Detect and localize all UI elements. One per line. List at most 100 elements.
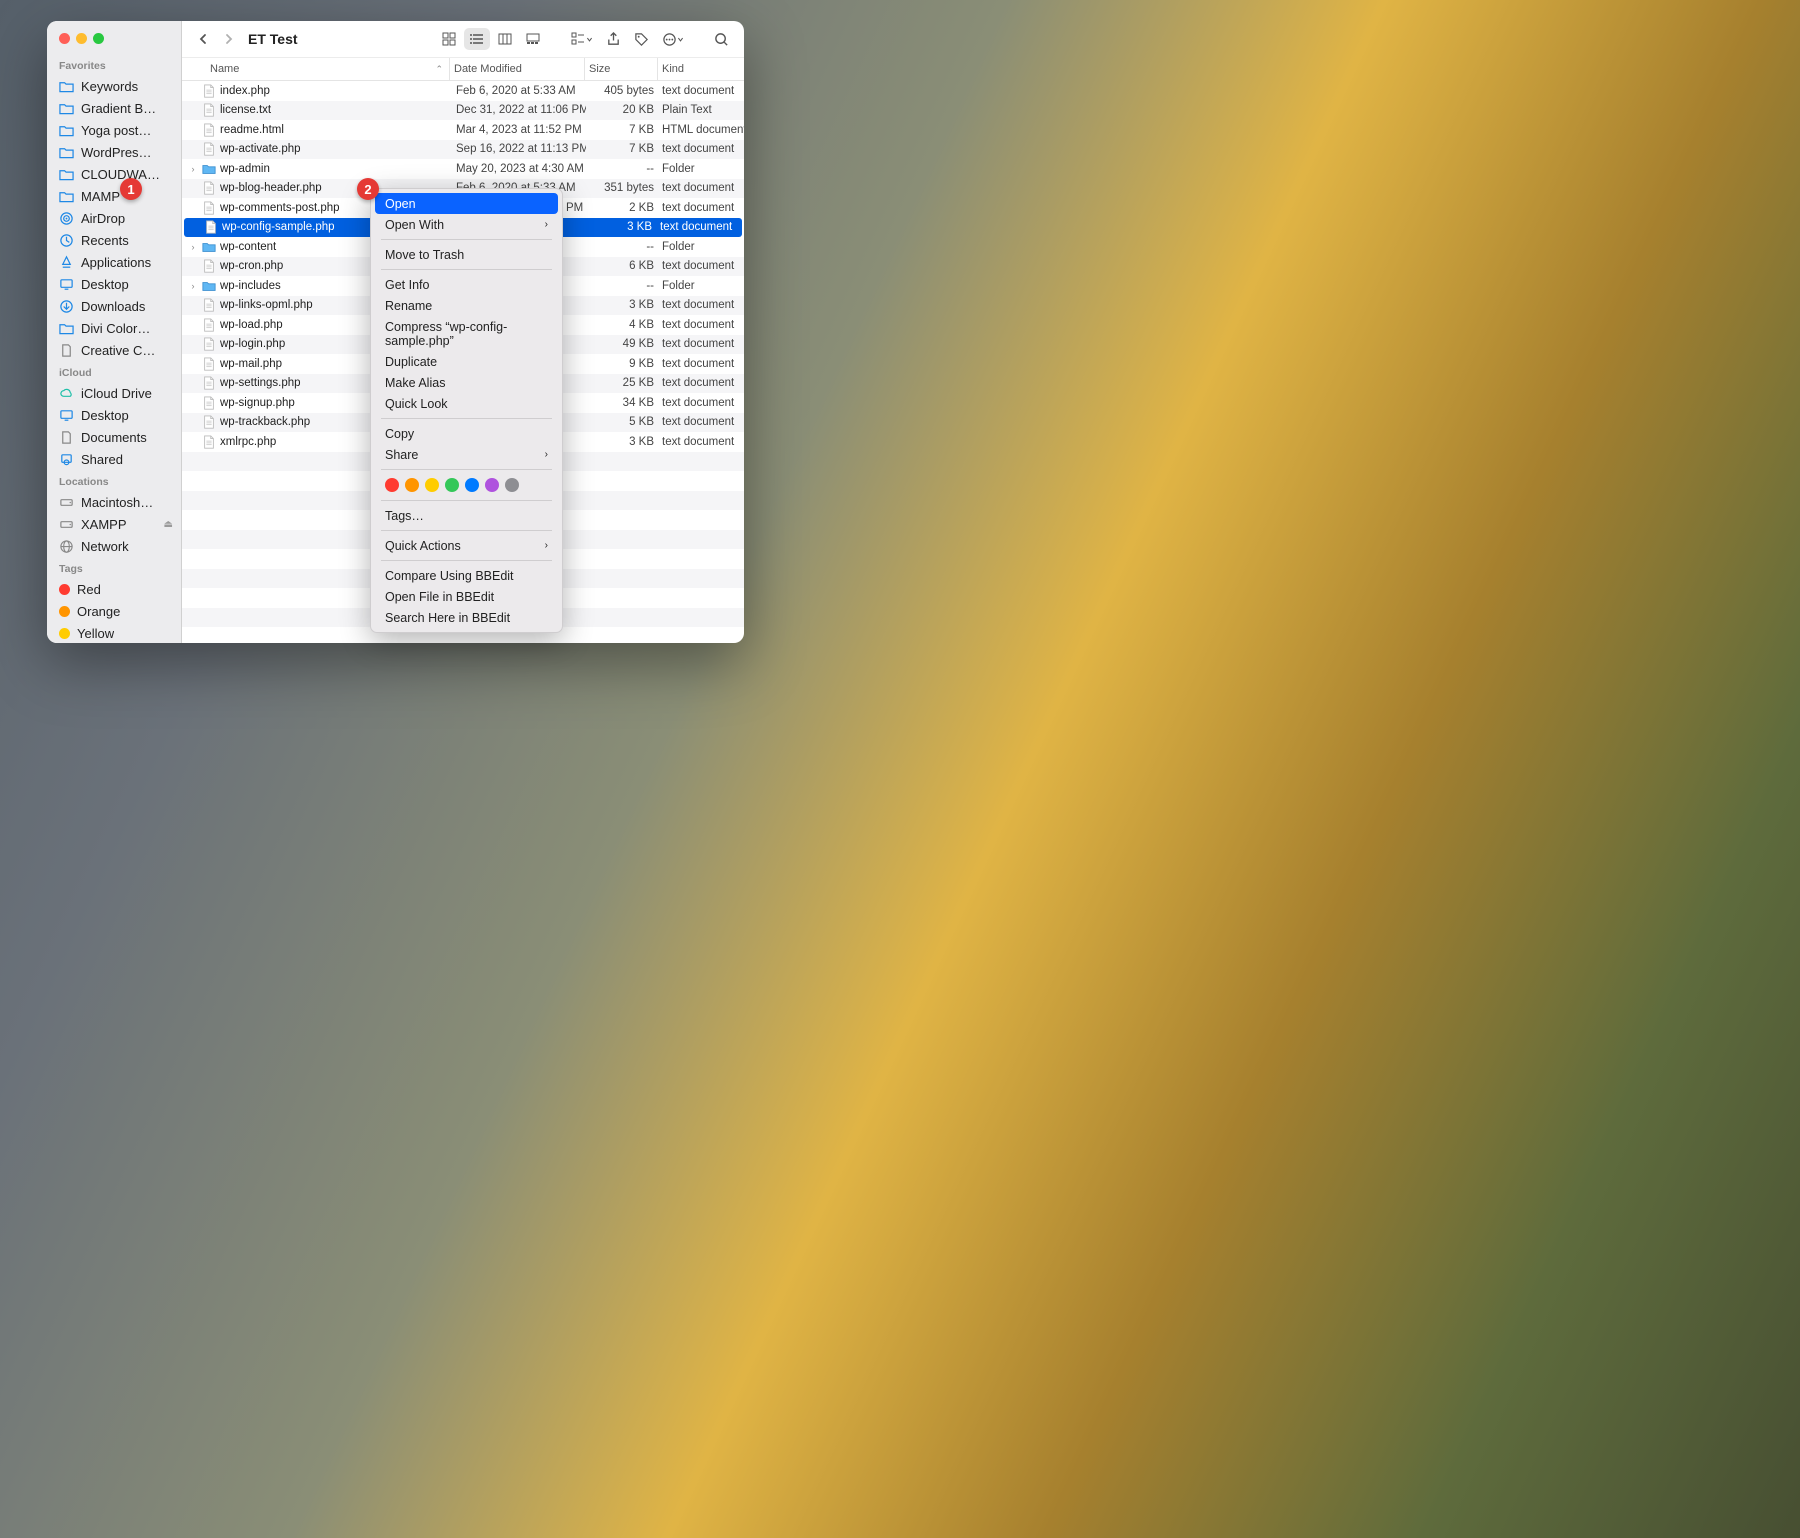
file-row[interactable]: ›wp-adminMay 20, 2023 at 4:30 AM--Folder <box>182 159 744 179</box>
sidebar-item-label: Yellow <box>77 626 114 641</box>
sidebar-item[interactable]: Desktop <box>47 404 181 426</box>
sidebar-item[interactable]: Orange <box>47 600 181 622</box>
sidebar-item[interactable]: Downloads <box>47 295 181 317</box>
tag-color-button[interactable] <box>405 478 419 492</box>
sidebar-item[interactable]: Recents <box>47 229 181 251</box>
sidebar-section-title: iCloud <box>47 361 181 382</box>
sidebar-item-label: Yoga post… <box>81 123 151 138</box>
sidebar-item[interactable]: Network <box>47 535 181 557</box>
apps-icon <box>59 255 74 270</box>
share-button[interactable] <box>600 28 626 50</box>
minimize-button[interactable] <box>76 33 87 44</box>
close-button[interactable] <box>59 33 70 44</box>
menu-item[interactable]: Compress “wp-config-sample.php” <box>371 316 562 351</box>
file-kind: text document <box>662 319 744 331</box>
sidebar-item[interactable]: AirDrop <box>47 207 181 229</box>
file-row[interactable]: license.txtDec 31, 2022 at 11:06 PM20 KB… <box>182 101 744 121</box>
sidebar-item[interactable]: XAMPP⏏ <box>47 513 181 535</box>
tag-color-button[interactable] <box>485 478 499 492</box>
menu-item[interactable]: Open With› <box>371 214 562 235</box>
file-icon <box>202 318 216 332</box>
folder-icon <box>59 101 74 116</box>
file-kind: text document <box>662 182 744 194</box>
file-size: 3 KB <box>584 221 660 233</box>
window-title: ET Test <box>248 31 298 47</box>
menu-item[interactable]: Share› <box>371 444 562 465</box>
sidebar-item[interactable]: iCloud Drive <box>47 382 181 404</box>
tag-color-button[interactable] <box>385 478 399 492</box>
menu-item[interactable]: Rename <box>371 295 562 316</box>
menu-item[interactable]: Search Here in BBEdit <box>371 607 562 628</box>
sidebar-item[interactable]: Yellow <box>47 622 181 643</box>
context-menu: Open Open With› Move to Trash Get InfoRenam… <box>370 188 563 633</box>
sidebar-item[interactable]: Shared <box>47 448 181 470</box>
forward-button[interactable] <box>218 28 240 50</box>
sidebar-item[interactable]: WordPres… <box>47 141 181 163</box>
tag-color-button[interactable] <box>465 478 479 492</box>
tag-color-button[interactable] <box>425 478 439 492</box>
view-icons-button[interactable] <box>436 28 462 50</box>
tag-color-button[interactable] <box>445 478 459 492</box>
menu-item[interactable]: Open <box>375 193 558 214</box>
file-name: wp-signup.php <box>220 397 295 409</box>
sidebar-item[interactable]: Applications <box>47 251 181 273</box>
eject-icon[interactable]: ⏏ <box>164 519 173 530</box>
file-icon <box>202 142 216 156</box>
file-kind: text document <box>662 85 744 97</box>
file-name: wp-config-sample.php <box>222 221 335 233</box>
column-kind[interactable]: Kind <box>657 58 744 80</box>
menu-item[interactable]: Quick Look <box>371 393 562 414</box>
tags-button[interactable] <box>628 28 654 50</box>
menu-item[interactable]: Open File in BBEdit <box>371 586 562 607</box>
file-icon <box>202 396 216 410</box>
sidebar-item[interactable]: MAMP <box>47 185 181 207</box>
disclosure-icon[interactable]: › <box>188 164 198 174</box>
file-icon <box>202 84 216 98</box>
sidebar-item-label: Downloads <box>81 299 145 314</box>
sidebar-item[interactable]: CLOUDWA… <box>47 163 181 185</box>
view-columns-button[interactable] <box>492 28 518 50</box>
menu-item[interactable]: Quick Actions› <box>371 535 562 556</box>
disclosure-icon[interactable]: › <box>188 242 198 252</box>
file-row[interactable]: index.phpFeb 6, 2020 at 5:33 AM405 bytes… <box>182 81 744 101</box>
sidebar-item[interactable]: Creative C… <box>47 339 181 361</box>
toolbar: ET Test <box>182 21 744 58</box>
tag-color-button[interactable] <box>505 478 519 492</box>
menu-item[interactable]: Make Alias <box>371 372 562 393</box>
column-date[interactable]: Date Modified <box>449 58 584 80</box>
sidebar-item[interactable]: Red <box>47 578 181 600</box>
disclosure-icon[interactable]: › <box>188 281 198 291</box>
maximize-button[interactable] <box>93 33 104 44</box>
sidebar-item[interactable]: Documents <box>47 426 181 448</box>
file-kind: Folder <box>662 241 744 253</box>
column-name[interactable]: Name⌃ <box>182 63 449 75</box>
sidebar-item[interactable]: Divi Color… <box>47 317 181 339</box>
sidebar-item[interactable]: Gradient B… <box>47 97 181 119</box>
file-icon <box>202 337 216 351</box>
column-size[interactable]: Size <box>584 58 657 80</box>
file-row[interactable]: wp-activate.phpSep 16, 2022 at 11:13 PM7… <box>182 140 744 160</box>
search-button[interactable] <box>708 28 734 50</box>
sidebar-item[interactable]: Yoga post… <box>47 119 181 141</box>
sidebar-item[interactable]: Keywords <box>47 75 181 97</box>
shared-icon <box>59 452 74 467</box>
back-button[interactable] <box>192 28 214 50</box>
menu-item[interactable]: Compare Using BBEdit <box>371 565 562 586</box>
file-kind: HTML document <box>662 124 744 136</box>
action-button[interactable] <box>656 28 690 50</box>
view-gallery-button[interactable] <box>520 28 546 50</box>
file-row[interactable]: readme.htmlMar 4, 2023 at 11:52 PM7 KBHT… <box>182 120 744 140</box>
menu-item[interactable]: Duplicate <box>371 351 562 372</box>
file-name: wp-links-opml.php <box>220 299 313 311</box>
sidebar-item-label: Recents <box>81 233 129 248</box>
menu-item[interactable]: Tags… <box>371 505 562 526</box>
sidebar-item[interactable]: Macintosh… <box>47 491 181 513</box>
view-list-button[interactable] <box>464 28 490 50</box>
menu-item-label: Quick Actions <box>385 539 461 553</box>
menu-item[interactable]: Move to Trash <box>371 244 562 265</box>
group-button[interactable] <box>564 28 598 50</box>
sidebar-item[interactable]: Desktop <box>47 273 181 295</box>
menu-item[interactable]: Copy <box>371 423 562 444</box>
menu-item-label: Open <box>385 197 416 211</box>
menu-item[interactable]: Get Info <box>371 274 562 295</box>
